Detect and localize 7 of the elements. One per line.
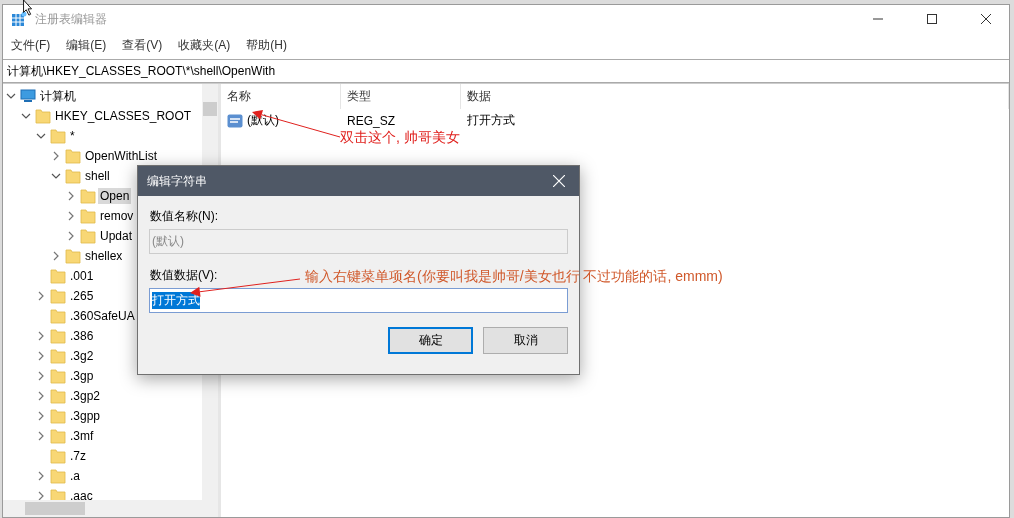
field-label: 数值数据(V):	[150, 267, 218, 284]
annotation-text: 双击这个, 帅哥美女	[340, 129, 460, 147]
table-cell-text: REG_SZ	[346, 112, 396, 130]
dialog-title: 编辑字符串	[147, 172, 208, 190]
table-cell-text: 打开方式	[466, 112, 516, 129]
window-title: 注册表编辑器	[35, 10, 108, 28]
field-label: 数值名称(N):	[150, 208, 218, 225]
